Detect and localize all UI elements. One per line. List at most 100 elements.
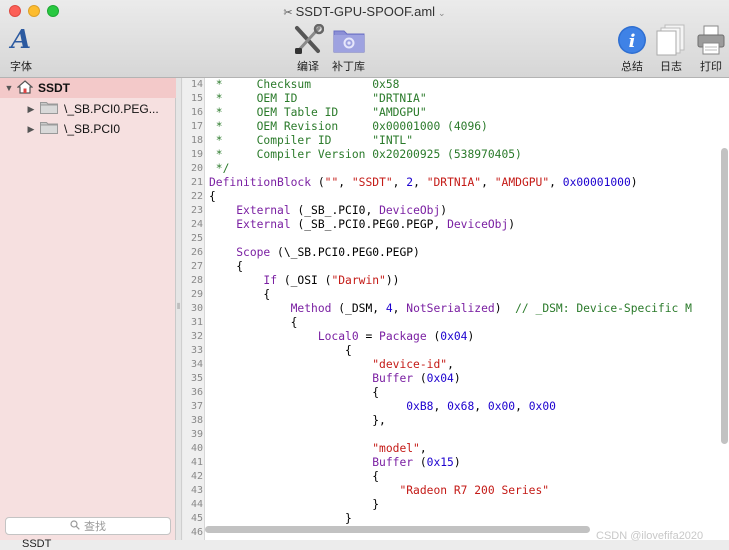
line-number: 25 bbox=[190, 233, 203, 244]
patch-button[interactable]: 补丁库 bbox=[332, 24, 365, 74]
code-line: Buffer (0x04) bbox=[372, 372, 461, 385]
line-number: 42 bbox=[190, 471, 203, 482]
line-number: 35 bbox=[190, 373, 203, 384]
watermark-text: CSDN @ilovefifa2020 bbox=[596, 530, 704, 542]
status-text: SSDT bbox=[22, 538, 52, 550]
code-line: External (_SB_.PCI0.PEG0.PEGP, DeviceObj… bbox=[236, 218, 516, 231]
code-line: * Compiler Version 0x20200925 (538970405… bbox=[209, 148, 522, 161]
sidebar: ▼ SSDT ▶ \_SB.PCI0.PEG... ▶ \_SB.PCI0 查找 bbox=[0, 78, 176, 540]
line-number: 28 bbox=[190, 275, 203, 286]
code-editor[interactable]: 14 15 16 17 18 19 20 21 22 23 24 25 26 27 28 29 30 31 32 33… bbox=[183, 78, 729, 540]
code-line: * OEM Table ID "AMDGPU" bbox=[209, 106, 427, 119]
code-line: * OEM ID "DRTNIA" bbox=[209, 92, 427, 105]
vertical-scrollbar[interactable] bbox=[721, 148, 728, 444]
line-number: 30 bbox=[190, 303, 203, 314]
line-number: 19 bbox=[190, 149, 203, 160]
line-number: 45 bbox=[190, 513, 203, 524]
font-icon: A bbox=[10, 25, 32, 55]
code-line: { bbox=[209, 288, 271, 301]
info-icon: i bbox=[617, 24, 647, 56]
code-line: */ bbox=[209, 162, 230, 175]
sidebar-item-label: SSDT bbox=[38, 81, 71, 95]
line-number: 27 bbox=[190, 261, 203, 272]
code-line: Scope (\_SB.PCI0.PEG0.PEGP) bbox=[236, 246, 420, 259]
disclosure-collapsed-icon[interactable]: ▶ bbox=[25, 124, 37, 135]
line-number: 33 bbox=[190, 345, 203, 356]
log-button[interactable]: 日志 bbox=[656, 24, 686, 74]
line-number: 16 bbox=[190, 107, 203, 118]
code-line: { bbox=[209, 344, 352, 357]
printer-icon bbox=[697, 24, 725, 56]
code-line: Buffer (0x15) bbox=[372, 456, 461, 469]
line-number: 21 bbox=[190, 177, 203, 188]
line-number: 15 bbox=[190, 93, 203, 104]
line-number-gutter: 14 15 16 17 18 19 20 21 22 23 24 25 26 27 28 29 30 31 32 33… bbox=[183, 78, 205, 540]
disclosure-collapsed-icon[interactable]: ▶ bbox=[25, 104, 37, 115]
search-icon bbox=[70, 519, 80, 533]
patch-button-label: 补丁库 bbox=[332, 61, 365, 73]
code-line: "model", bbox=[372, 442, 427, 455]
disclosure-expanded-icon[interactable]: ▼ bbox=[3, 83, 15, 93]
title-bar: ✂ SSDT-GPU-SPOOF.aml ⌄ A 字体 编译 补丁库 i 总结 … bbox=[0, 0, 729, 78]
line-number: 14 bbox=[190, 79, 203, 90]
code-line: { bbox=[209, 316, 298, 329]
search-placeholder: 查找 bbox=[84, 521, 106, 533]
code-line: Method (_DSM, 4, NotSerialized) // _DSM:… bbox=[290, 302, 692, 315]
code-line: { bbox=[209, 190, 216, 203]
sidebar-item-peg[interactable]: ▶ \_SB.PCI0.PEG... bbox=[0, 99, 176, 119]
home-icon bbox=[16, 79, 34, 97]
horizontal-scrollbar[interactable] bbox=[205, 526, 590, 533]
code-line: { bbox=[209, 386, 380, 399]
line-number: 46 bbox=[190, 527, 203, 538]
split-view-divider[interactable]: ⦀ bbox=[176, 78, 182, 540]
code-line: External (_SB_.PCI0, DeviceObj) bbox=[236, 204, 448, 217]
search-field[interactable]: 查找 bbox=[5, 517, 171, 535]
svg-text:i: i bbox=[629, 31, 636, 52]
folder-icon bbox=[40, 101, 58, 117]
line-number: 31 bbox=[190, 317, 203, 328]
line-number: 24 bbox=[190, 219, 203, 230]
code-line: { bbox=[209, 260, 244, 273]
line-number: 39 bbox=[190, 429, 203, 440]
compile-button-label: 编译 bbox=[297, 61, 319, 73]
line-number: 38 bbox=[190, 415, 203, 426]
code-line: } bbox=[209, 512, 352, 525]
line-number: 26 bbox=[190, 247, 203, 258]
font-button-label: 字体 bbox=[10, 61, 32, 73]
code-line: { bbox=[209, 470, 380, 483]
code-line: * Compiler ID "INTL" bbox=[209, 134, 414, 147]
code-line: 0xB8, 0x68, 0x00, 0x00 bbox=[406, 400, 556, 413]
document-icon: ✂ bbox=[283, 7, 293, 19]
folder-gear-icon bbox=[333, 24, 365, 56]
documents-icon bbox=[656, 24, 686, 56]
line-number: 41 bbox=[190, 457, 203, 468]
line-number: 43 bbox=[190, 485, 203, 496]
line-number: 44 bbox=[190, 499, 203, 510]
line-number: 40 bbox=[190, 443, 203, 454]
code-line: * Checksum 0x58 bbox=[209, 78, 400, 91]
window-title-area[interactable]: ✂ SSDT-GPU-SPOOF.aml ⌄ bbox=[0, 4, 729, 19]
folder-icon bbox=[40, 121, 58, 137]
code-line: * OEM Revision 0x00001000 (4096) bbox=[209, 120, 488, 133]
code-line: DefinitionBlock ("", "SSDT", 2, "DRTNIA"… bbox=[209, 176, 638, 189]
line-number: 37 bbox=[190, 401, 203, 412]
compile-button[interactable]: 编译 bbox=[292, 24, 324, 74]
print-button[interactable]: 打印 bbox=[697, 24, 725, 74]
divider-grip-icon: ⦀ bbox=[177, 302, 181, 311]
sidebar-item-pci0[interactable]: ▶ \_SB.PCI0 bbox=[0, 119, 176, 139]
line-number: 32 bbox=[190, 331, 203, 342]
window-title: SSDT-GPU-SPOOF.aml bbox=[295, 4, 436, 19]
sidebar-item-ssdt[interactable]: ▼ SSDT bbox=[0, 78, 176, 98]
font-button[interactable]: A 字体 bbox=[10, 24, 32, 74]
line-number: 18 bbox=[190, 135, 203, 146]
code-line: Local0 = Package (0x04) bbox=[317, 330, 475, 343]
line-number: 29 bbox=[190, 289, 203, 300]
sidebar-item-label: \_SB.PCI0.PEG... bbox=[64, 102, 159, 116]
code-line: "device-id", bbox=[372, 358, 454, 371]
line-number: 23 bbox=[190, 205, 203, 216]
summary-button-label: 总结 bbox=[621, 61, 643, 73]
code-text[interactable]: * Checksum 0x58 * OEM ID "DRTNIA" * OEM … bbox=[209, 78, 692, 540]
chevron-down-icon: ⌄ bbox=[438, 8, 446, 18]
summary-button[interactable]: i 总结 bbox=[617, 24, 647, 74]
code-line: }, bbox=[209, 414, 386, 427]
